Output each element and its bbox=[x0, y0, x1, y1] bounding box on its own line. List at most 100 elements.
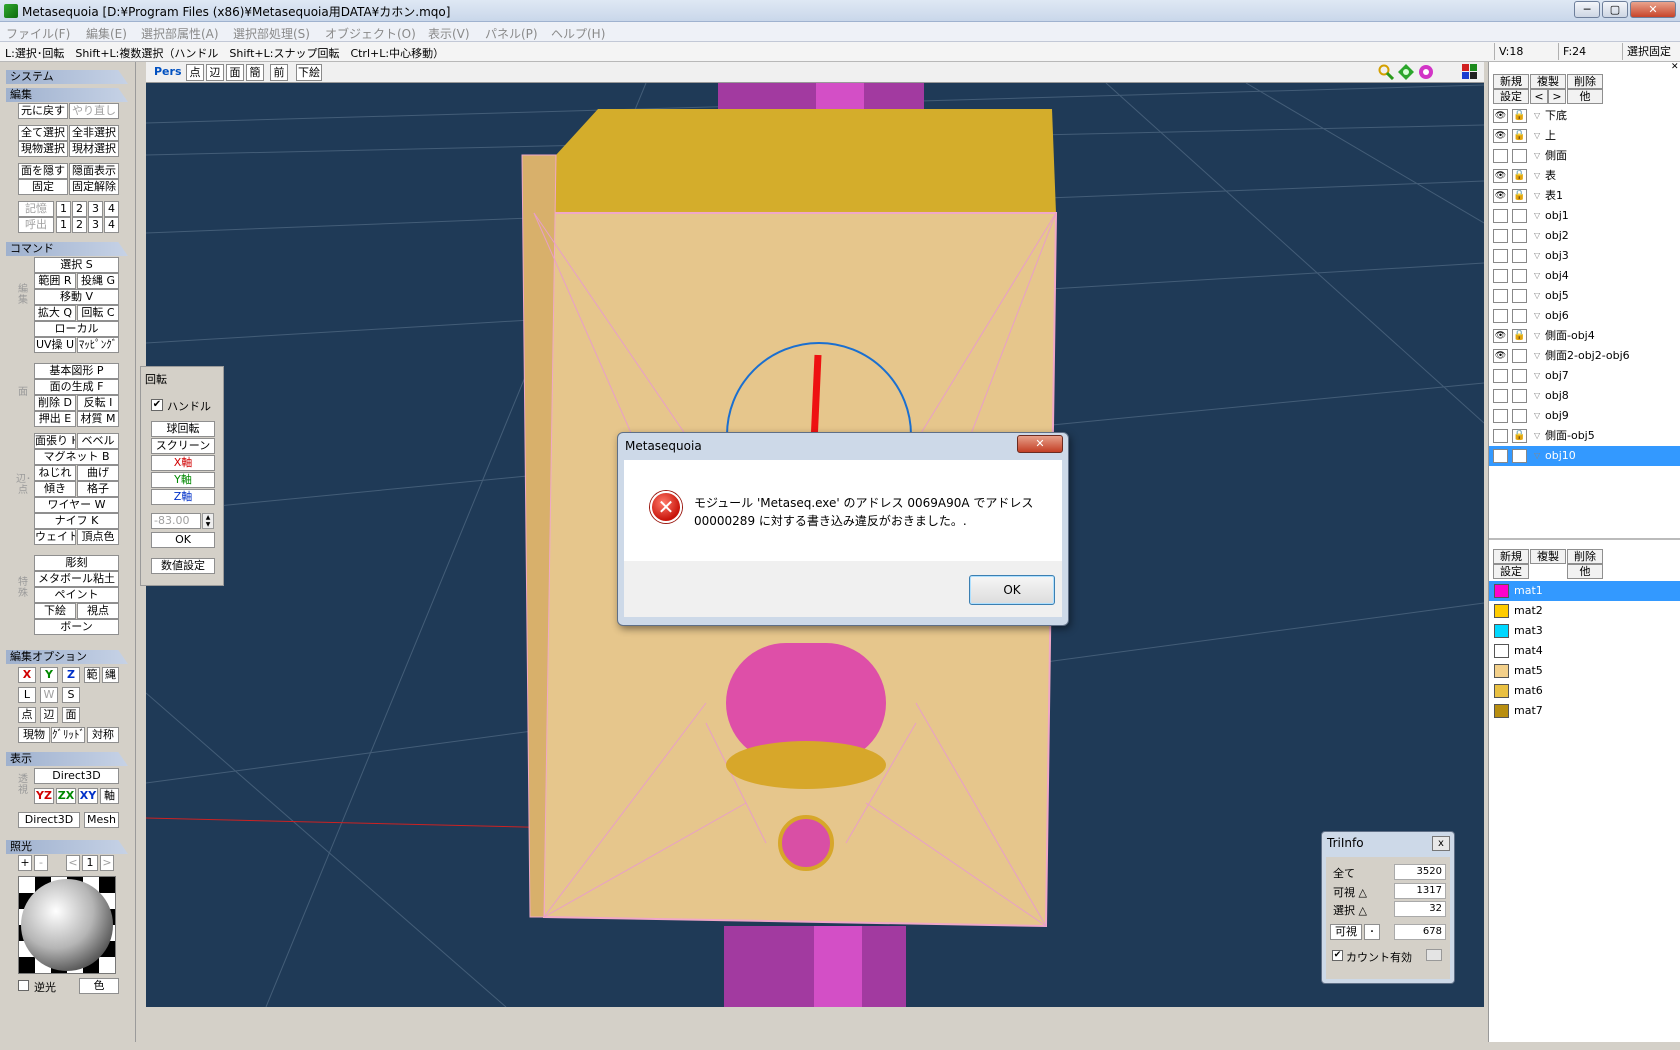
visibility-icon[interactable] bbox=[1493, 309, 1508, 323]
direct3d-toggle[interactable]: Direct3D bbox=[18, 812, 80, 828]
axis-y-toggle[interactable]: Y bbox=[40, 667, 58, 683]
expand-icon[interactable]: ▽ bbox=[1534, 446, 1540, 466]
rotate-view-icon[interactable] bbox=[1418, 64, 1434, 80]
bevel-button[interactable]: ベベル bbox=[77, 433, 119, 449]
object-row[interactable]: 👁 ▽ 側面2-obj2-obj6 bbox=[1489, 346, 1680, 366]
menu-select-attr[interactable]: 選択部属性(A) bbox=[141, 25, 219, 42]
view-underlay-toggle[interactable]: 下絵 bbox=[296, 64, 322, 81]
select-all-button[interactable]: 全て選択 bbox=[18, 125, 68, 141]
expand-icon[interactable]: ▽ bbox=[1534, 246, 1540, 266]
material-duplicate-button[interactable]: 複製 bbox=[1530, 549, 1566, 564]
memory-slot-4[interactable]: 4 bbox=[104, 201, 119, 217]
light-prev-button[interactable]: < bbox=[66, 855, 80, 871]
visibility-icon[interactable] bbox=[1493, 149, 1508, 163]
expand-icon[interactable]: ▽ bbox=[1534, 326, 1540, 346]
object-row[interactable]: ▽ obj1 bbox=[1489, 206, 1680, 226]
undo-button[interactable]: 元に戻す bbox=[18, 103, 68, 119]
view-layout-icon[interactable] bbox=[1462, 64, 1477, 79]
lock-icon[interactable] bbox=[1512, 229, 1527, 243]
rotate-tool-button[interactable]: 回転 C bbox=[77, 305, 119, 321]
object-row[interactable]: 👁 🔒 ▽ 側面-obj4 bbox=[1489, 326, 1680, 346]
visibility-icon[interactable]: 👁 bbox=[1493, 449, 1508, 463]
renderer-select[interactable]: Direct3D bbox=[34, 768, 119, 784]
uv-tool-button[interactable]: UV操 U bbox=[34, 337, 76, 353]
material-button[interactable]: 材質 M bbox=[77, 411, 119, 427]
lock-icon[interactable]: 🔒 bbox=[1512, 189, 1527, 203]
value-spinner[interactable]: ▲ ▼ bbox=[202, 513, 214, 529]
close-button[interactable]: ✕ bbox=[1630, 1, 1676, 18]
screen-rotate-button[interactable]: スクリーン bbox=[151, 438, 215, 454]
lock-icon[interactable] bbox=[1512, 409, 1527, 423]
visibility-icon[interactable]: 👁 bbox=[1493, 349, 1508, 363]
knife-button[interactable]: ナイフ K bbox=[34, 513, 119, 529]
option-grid-toggle[interactable]: ｸﾞﾘｯﾄﾞ bbox=[51, 727, 85, 743]
axis-z-toggle[interactable]: Z bbox=[62, 667, 80, 683]
option-s-toggle[interactable]: S bbox=[62, 687, 80, 703]
expand-icon[interactable]: ▽ bbox=[1534, 406, 1540, 426]
magnet-button[interactable]: マグネット B bbox=[34, 449, 119, 465]
visibility-icon[interactable] bbox=[1493, 429, 1508, 443]
section-light[interactable]: 照光 bbox=[6, 840, 128, 854]
object-row[interactable]: ▽ obj7 bbox=[1489, 366, 1680, 386]
bone-button[interactable]: ボーン bbox=[34, 619, 119, 635]
expand-icon[interactable]: ▽ bbox=[1534, 386, 1540, 406]
view-edge-toggle[interactable]: 辺 bbox=[206, 64, 224, 81]
dialog-close-button[interactable]: ✕ bbox=[1017, 435, 1063, 453]
section-edit-option[interactable]: 編集オプション bbox=[6, 650, 128, 664]
count-option-box[interactable] bbox=[1426, 949, 1442, 961]
triinfo-close-button[interactable]: x bbox=[1432, 836, 1450, 851]
object-row[interactable]: 👁 🔒 ▽ 表 bbox=[1489, 166, 1680, 186]
select-current-material-button[interactable]: 現材選択 bbox=[69, 141, 119, 157]
object-row[interactable]: 🔒 ▽ 側面-obj5 bbox=[1489, 426, 1680, 446]
tilt-button[interactable]: 傾き bbox=[34, 481, 76, 497]
select-tool-button[interactable]: 選択 S bbox=[34, 257, 119, 273]
light-remove-button[interactable]: - bbox=[34, 855, 48, 871]
object-row[interactable]: 👁 🔒 ▽ 表1 bbox=[1489, 186, 1680, 206]
option-range-toggle[interactable]: 範 bbox=[84, 667, 100, 683]
lock-icon[interactable]: 🔒 bbox=[1512, 429, 1527, 443]
wire-button[interactable]: ワイヤー W bbox=[34, 497, 119, 513]
delete-button[interactable]: 削除 D bbox=[34, 395, 76, 411]
axis-x-toggle[interactable]: X bbox=[18, 667, 36, 683]
object-row[interactable]: ▽ obj2 bbox=[1489, 226, 1680, 246]
lock-icon[interactable]: 🔒 bbox=[1512, 129, 1527, 143]
minimize-button[interactable]: ─ bbox=[1574, 1, 1600, 18]
object-row[interactable]: ▽ 側面 bbox=[1489, 146, 1680, 166]
lock-icon[interactable] bbox=[1512, 289, 1527, 303]
lock-icon[interactable] bbox=[1512, 349, 1527, 363]
option-edge-toggle[interactable]: 辺 bbox=[40, 707, 58, 723]
object-row[interactable]: ▽ obj4 bbox=[1489, 266, 1680, 286]
expand-icon[interactable]: ▽ bbox=[1534, 426, 1540, 446]
view-face-toggle[interactable]: 面 bbox=[226, 64, 244, 81]
dot-toggle[interactable]: ･ bbox=[1364, 924, 1380, 940]
weight-button[interactable]: ウェイト bbox=[34, 529, 76, 545]
recall-slot-3[interactable]: 3 bbox=[88, 217, 103, 233]
axis-toggle[interactable]: 軸 bbox=[100, 788, 119, 804]
material-row[interactable]: mat2 bbox=[1489, 601, 1680, 621]
object-row[interactable]: 👁 ▽ obj10 bbox=[1489, 446, 1680, 466]
light-preview[interactable] bbox=[18, 876, 116, 974]
x-axis-button[interactable]: X軸 bbox=[151, 455, 215, 471]
recall-slot-1[interactable]: 1 bbox=[56, 217, 71, 233]
basic-shape-button[interactable]: 基本図形 P bbox=[34, 363, 119, 379]
option-lasso-toggle[interactable]: 縄 bbox=[102, 667, 119, 683]
lasso-tool-button[interactable]: 投縄 G bbox=[77, 273, 119, 289]
menu-view[interactable]: 表示(V) bbox=[428, 25, 470, 42]
lock-icon[interactable] bbox=[1512, 209, 1527, 223]
memory-slot-2[interactable]: 2 bbox=[72, 201, 87, 217]
object-delete-button[interactable]: 削除 bbox=[1567, 74, 1603, 89]
lock-icon[interactable]: 🔒 bbox=[1512, 169, 1527, 183]
object-down-button[interactable]: > bbox=[1548, 89, 1566, 104]
visible-toggle[interactable]: 可視 bbox=[1330, 924, 1362, 940]
material-row[interactable]: mat7 bbox=[1489, 701, 1680, 721]
menu-file[interactable]: ファイル(F) bbox=[6, 25, 70, 42]
panel-close-icon[interactable]: ✕ bbox=[1671, 62, 1680, 72]
material-row[interactable]: mat4 bbox=[1489, 641, 1680, 661]
lock-icon[interactable]: 🔒 bbox=[1512, 329, 1527, 343]
scale-tool-button[interactable]: 拡大 Q bbox=[34, 305, 76, 321]
lock-icon[interactable] bbox=[1512, 369, 1527, 383]
visibility-icon[interactable]: 👁 bbox=[1493, 329, 1508, 343]
expand-icon[interactable]: ▽ bbox=[1534, 146, 1540, 166]
section-display[interactable]: 表示 bbox=[6, 752, 128, 766]
section-command[interactable]: コマンド bbox=[6, 242, 128, 256]
